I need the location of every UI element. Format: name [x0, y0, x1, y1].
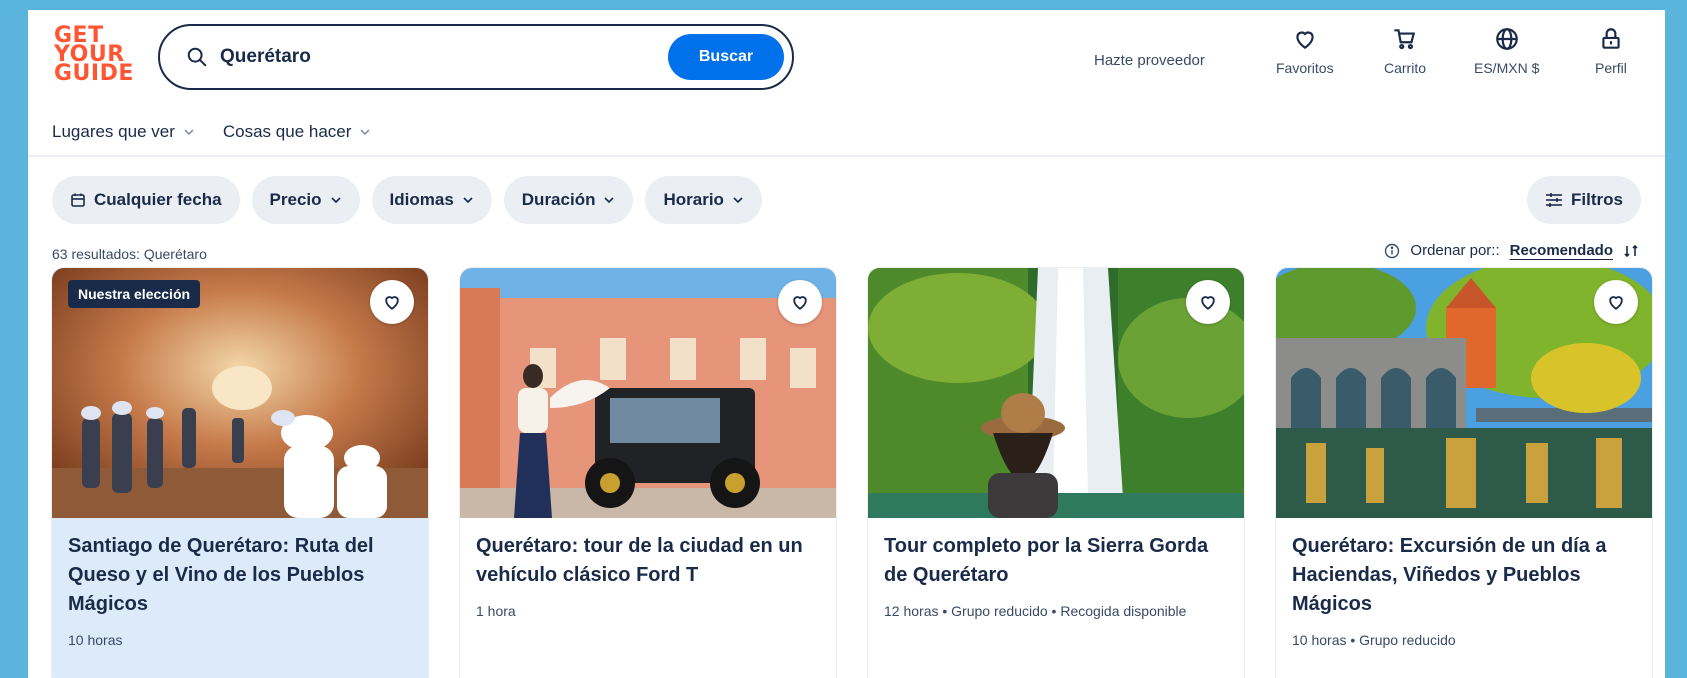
activity-card[interactable]: Tour completo por la Sierra Gorda de Que…: [868, 268, 1244, 678]
filter-label: Duración: [521, 190, 596, 209]
search-button[interactable]: Buscar: [668, 34, 784, 80]
filter-label: Horario: [663, 190, 724, 209]
card-meta: 10 horas: [68, 632, 123, 648]
logo-line: GUIDE: [54, 61, 134, 86]
filters-button[interactable]: Filtros: [1527, 176, 1641, 224]
card-body: Santiago de Querétaro: Ruta del Queso y …: [52, 518, 428, 678]
favorites-label: Favoritos: [1276, 60, 1334, 76]
nav-places-to-see[interactable]: Lugares que ver: [52, 122, 195, 142]
cart-button[interactable]: Carrito: [1384, 26, 1426, 76]
chevron-down-icon: [463, 197, 473, 204]
favorite-button[interactable]: [370, 280, 414, 324]
favorite-button[interactable]: [1594, 280, 1638, 324]
activity-card[interactable]: Querétaro: tour de la ciudad en un vehíc…: [460, 268, 836, 678]
language-currency-button[interactable]: ES/MXN $: [1474, 26, 1539, 76]
language-currency-label: ES/MXN $: [1474, 60, 1540, 76]
card-body: Querétaro: Excursión de un día a Haciend…: [1276, 518, 1652, 678]
globe-icon: [1495, 28, 1518, 50]
main-nav: Lugares que ver Cosas que hacer: [52, 122, 371, 142]
chevron-down-icon: [360, 129, 370, 136]
heart-icon: [1201, 296, 1215, 310]
calendar-icon: [71, 193, 85, 207]
nav-things-to-do[interactable]: Cosas que hacer: [223, 122, 372, 142]
filter-duration[interactable]: Duración: [503, 176, 634, 224]
featured-badge: Nuestra elección: [68, 280, 201, 308]
nav-label: Lugares que ver: [52, 122, 175, 141]
cart-label: Carrito: [1384, 60, 1427, 76]
brand-logo[interactable]: GET YOUR GUIDE: [54, 25, 134, 86]
become-provider-link[interactable]: Hazte proveedor: [1094, 52, 1205, 69]
profile-icon: [1602, 28, 1620, 49]
search-icon: [187, 47, 207, 67]
favorites-button[interactable]: Favoritos: [1276, 26, 1334, 76]
activity-card[interactable]: Nuestra elección Santiago de Querétaro: …: [52, 268, 428, 678]
filter-languages[interactable]: Idiomas: [371, 176, 492, 224]
chevron-down-icon: [330, 197, 341, 204]
filter-schedule[interactable]: Horario: [645, 176, 762, 224]
filter-label: Precio: [269, 190, 322, 209]
filters-label: Filtros: [1571, 190, 1623, 209]
search-input[interactable]: [220, 40, 620, 74]
heart-icon: [1609, 296, 1623, 310]
header-divider: [28, 155, 1665, 157]
info-icon[interactable]: [1384, 243, 1400, 259]
filter-label: Cualquier fecha: [94, 190, 222, 209]
profile-label: Perfil: [1595, 60, 1627, 76]
card-body: Querétaro: tour de la ciudad en un vehíc…: [460, 518, 836, 678]
filter-label: Idiomas: [389, 190, 454, 209]
card-title[interactable]: Querétaro: Excursión de un día a Haciend…: [1292, 532, 1636, 619]
sort-control: Ordenar por:: Recomendado: [1384, 242, 1639, 259]
profile-button[interactable]: Perfil: [1595, 26, 1627, 76]
sort-label: Ordenar por::: [1410, 242, 1500, 259]
card-title[interactable]: Santiago de Querétaro: Ruta del Queso y …: [68, 532, 412, 619]
heart-icon: [1296, 31, 1314, 49]
sliders-icon: [1546, 193, 1563, 207]
app-frame: GET YOUR GUIDE Buscar Hazte proveedor Fa…: [28, 10, 1665, 678]
heart-icon: [385, 296, 399, 310]
card-title[interactable]: Querétaro: tour de la ciudad en un vehíc…: [476, 532, 820, 590]
sort-value[interactable]: Recomendado: [1510, 242, 1613, 259]
chevron-down-icon: [733, 197, 743, 204]
heart-icon: [793, 296, 807, 310]
card-body: Tour completo por la Sierra Gorda de Que…: [868, 518, 1244, 678]
card-meta: 10 horas • Grupo reducido: [1292, 632, 1456, 648]
filter-price[interactable]: Precio: [251, 176, 360, 224]
chevron-down-icon: [604, 197, 615, 204]
search-bar: Buscar: [158, 24, 794, 90]
chevron-down-icon: [184, 129, 194, 136]
card-title[interactable]: Tour completo por la Sierra Gorda de Que…: [884, 532, 1228, 590]
cart-icon: [1394, 29, 1416, 50]
nav-label: Cosas que hacer: [222, 122, 352, 141]
favorite-button[interactable]: [778, 280, 822, 324]
card-meta: 1 hora: [476, 603, 516, 619]
filter-chips: Cualquier fecha Precio Idiomas Duración …: [52, 176, 762, 224]
results-count: 63 resultados: Querétaro: [52, 246, 207, 262]
card-meta: 12 horas • Grupo reducido • Recogida dis…: [884, 603, 1187, 619]
activity-card[interactable]: Querétaro: Excursión de un día a Haciend…: [1276, 268, 1652, 678]
filter-date[interactable]: Cualquier fecha: [52, 176, 240, 224]
favorite-button[interactable]: [1186, 280, 1230, 324]
sort-arrows-icon[interactable]: [1623, 243, 1639, 259]
